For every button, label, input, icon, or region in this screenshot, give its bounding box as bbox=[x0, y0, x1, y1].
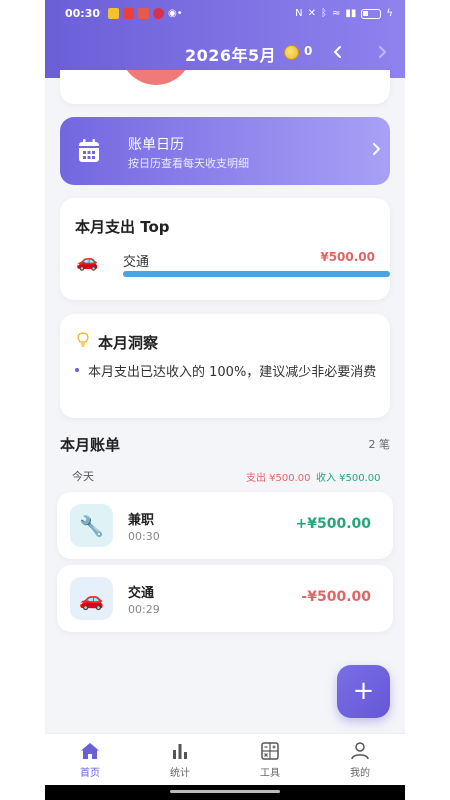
user-icon bbox=[351, 742, 369, 760]
prev-month-button[interactable] bbox=[328, 41, 348, 63]
top-expense-bar-fill bbox=[123, 271, 390, 277]
nfc-icon: N bbox=[295, 8, 303, 19]
gesture-bar[interactable] bbox=[45, 785, 405, 800]
bill-item[interactable]: 🔧 兼职 00:30 +¥500.00 bbox=[57, 492, 393, 559]
home-icon bbox=[81, 743, 99, 759]
wrench-icon: 🔧 bbox=[70, 504, 113, 547]
overview-card bbox=[60, 70, 390, 104]
bullet-dot bbox=[75, 368, 79, 372]
top-bar: 00:30 ◉ • N ✕ ᛒ ≈ ▮▮ ϟ 2026年5月 0 bbox=[45, 0, 405, 78]
insight-title: 本月洞察 bbox=[98, 334, 159, 352]
signal-icon: ▮▮ bbox=[345, 8, 357, 19]
calendar-icon bbox=[79, 139, 99, 162]
day-label: 今天 bbox=[72, 470, 94, 483]
bill-name: 交通 bbox=[128, 586, 155, 601]
notification-icon bbox=[108, 8, 120, 19]
status-icons: N ✕ ᛒ ≈ ▮▮ ϟ bbox=[295, 8, 393, 19]
app-screen: 00:30 ◉ • N ✕ ᛒ ≈ ▮▮ ϟ 2026年5月 0 账单日历 按日… bbox=[45, 0, 405, 800]
chevron-right-icon bbox=[379, 46, 386, 58]
tab-label: 统计 bbox=[170, 768, 190, 779]
tab-label: 我的 bbox=[350, 768, 370, 779]
calendar-card-title: 账单日历 bbox=[128, 137, 184, 153]
tab-bar: 首页 统计 工具 我的 bbox=[45, 733, 405, 785]
calendar-card-subtitle: 按日历查看每天收支明细 bbox=[128, 157, 249, 170]
car-icon: 🚗 bbox=[76, 251, 99, 272]
tab-home[interactable]: 首页 bbox=[45, 734, 135, 785]
coin-icon bbox=[284, 45, 299, 60]
car-icon: 🚗 bbox=[70, 577, 113, 620]
top-expense-category: 交通 bbox=[123, 255, 150, 270]
more-dot-icon: • bbox=[176, 8, 183, 19]
tab-profile[interactable]: 我的 bbox=[315, 734, 405, 785]
day-expense-total: 支出 ¥500.00 bbox=[246, 473, 311, 484]
top-expense-bar-track bbox=[123, 271, 390, 277]
bill-amount: +¥500.00 bbox=[295, 516, 372, 532]
screen-margin-right bbox=[405, 0, 450, 800]
bluetooth-icon: ᛒ bbox=[320, 8, 327, 19]
insight-card: 本月洞察 本月支出已达收入的 100%，建议减少非必要消费 bbox=[60, 314, 390, 418]
status-time: 00:30 bbox=[65, 7, 101, 20]
day-income-total: 收入 ¥500.00 bbox=[316, 473, 381, 484]
calculator-icon bbox=[261, 742, 279, 760]
bills-title: 本月账单 bbox=[60, 436, 121, 454]
wifi-icon: ≈ bbox=[331, 8, 341, 19]
tab-label: 工具 bbox=[260, 768, 280, 779]
chevron-right-icon bbox=[373, 143, 380, 155]
calendar-card[interactable]: 账单日历 按日历查看每天收支明细 bbox=[60, 117, 390, 185]
charging-icon: ϟ bbox=[386, 8, 393, 19]
chat-icon: ◉ bbox=[168, 8, 177, 19]
notification-icon bbox=[138, 8, 150, 19]
month-title[interactable]: 2026年5月 bbox=[185, 42, 276, 66]
insight-text: 本月支出已达收入的 100%，建议减少非必要消费 bbox=[88, 365, 377, 380]
bill-item[interactable]: 🚗 交通 00:29 -¥500.00 bbox=[57, 565, 393, 632]
coin-count: 0 bbox=[304, 44, 313, 58]
tab-tools[interactable]: 工具 bbox=[225, 734, 315, 785]
add-bill-button[interactable]: + bbox=[337, 665, 390, 718]
mute-icon: ✕ bbox=[307, 8, 316, 19]
bills-count: 2 笔 bbox=[368, 438, 391, 451]
screen-margin-left bbox=[0, 0, 45, 800]
pie-chart-fragment bbox=[120, 70, 192, 85]
notification-icon bbox=[123, 8, 135, 19]
chevron-left-icon bbox=[334, 46, 341, 58]
tab-label: 首页 bbox=[80, 768, 100, 779]
top-expense-card: 本月支出 Top 🚗 交通 ¥500.00 bbox=[60, 198, 390, 300]
top-expense-title: 本月支出 Top bbox=[75, 218, 170, 236]
bill-name: 兼职 bbox=[128, 513, 155, 528]
bill-amount: -¥500.00 bbox=[301, 589, 371, 605]
bar-chart-icon bbox=[173, 744, 187, 759]
top-expense-amount: ¥500.00 bbox=[320, 250, 375, 264]
next-month-button[interactable] bbox=[372, 41, 392, 63]
lightbulb-icon bbox=[77, 332, 89, 347]
battery-icon bbox=[361, 8, 382, 19]
status-bar: 00:30 ◉ • N ✕ ᛒ ≈ ▮▮ ϟ bbox=[45, 0, 405, 27]
tab-stats[interactable]: 统计 bbox=[135, 734, 225, 785]
bill-time: 00:30 bbox=[128, 530, 160, 543]
bill-time: 00:29 bbox=[128, 603, 160, 616]
notification-icon bbox=[153, 8, 165, 19]
